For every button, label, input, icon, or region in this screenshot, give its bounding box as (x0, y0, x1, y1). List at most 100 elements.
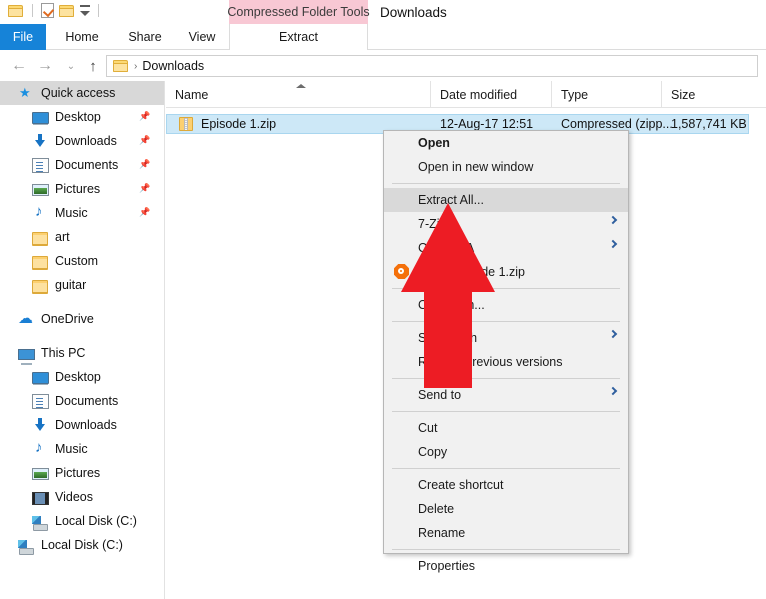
sidebar-item-art[interactable]: art (0, 225, 164, 249)
sidebar-item-label: Documents (55, 394, 119, 408)
chevron-right-icon (608, 386, 618, 396)
sidebar-item-label: Videos (55, 490, 93, 504)
menu-item-label: Delete (418, 502, 455, 516)
sidebar-item-guitar[interactable]: guitar (0, 273, 164, 297)
ribbon-tab-strip: File Home Share View Extract (0, 24, 766, 50)
folder-icon[interactable] (8, 4, 24, 18)
tab-view[interactable]: View (178, 24, 226, 50)
sidebar-item-label: Desktop (55, 110, 101, 124)
sort-ascending-icon (296, 84, 306, 88)
tab-share[interactable]: Share (118, 24, 172, 50)
chevron-right-icon (608, 239, 618, 249)
menu-item-properties[interactable]: Properties (384, 554, 628, 578)
menu-item-rename[interactable]: Rename (384, 521, 628, 545)
sidebar-item-local-disk-c[interactable]: Local Disk (C:) (0, 533, 164, 557)
sidebar-item-label: Music (55, 442, 88, 456)
contextual-tab-group-label: Compressed Folder Tools (227, 0, 370, 24)
properties-icon[interactable] (41, 3, 54, 18)
music-icon (32, 203, 49, 222)
videos-icon (32, 491, 49, 505)
folder-icon (32, 255, 49, 270)
address-bar: ← → ⌄ ↑ › Downloads (0, 51, 766, 81)
disk-icon (18, 539, 35, 555)
forward-button[interactable]: → (32, 51, 58, 81)
sidebar-item-desktop[interactable]: Desktop 📌 (0, 105, 164, 129)
menu-separator (392, 468, 620, 469)
sidebar-item-label: art (55, 230, 70, 244)
sidebar-item-documents[interactable]: Documents 📌 (0, 153, 164, 177)
sidebar-item-label: Custom (55, 254, 99, 268)
folder-icon (32, 279, 49, 294)
sidebar-item-onedrive[interactable]: OneDrive (0, 307, 164, 331)
sidebar-item-music[interactable]: Music 📌 (0, 201, 164, 225)
sidebar-item-downloads[interactable]: Downloads 📌 (0, 129, 164, 153)
star-icon (18, 85, 35, 102)
sidebar-item-label: Desktop (55, 370, 101, 384)
file-date-modified: 12-Aug-17 12:51 (440, 117, 534, 131)
sidebar-item-label: Music (55, 206, 88, 220)
column-header-name[interactable]: Name (166, 81, 430, 108)
tab-file[interactable]: File (0, 24, 46, 50)
sidebar-item-label: Pictures (55, 182, 101, 196)
chevron-right-icon (608, 215, 618, 225)
menu-item-open[interactable]: Open (384, 131, 628, 155)
pin-icon[interactable]: 📌 (139, 207, 150, 218)
pin-icon[interactable]: 📌 (139, 183, 150, 194)
customize-caret-icon[interactable] (80, 5, 90, 16)
menu-item-label: Rename (418, 526, 466, 540)
column-header-name-label: Name (175, 87, 209, 102)
file-type: Compressed (zipp... (561, 117, 673, 131)
breadcrumb-path[interactable]: Downloads (142, 59, 204, 73)
pin-icon[interactable]: 📌 (139, 111, 150, 122)
menu-separator (392, 549, 620, 550)
file-explorer-window: Compressed Folder Tools Downloads File H… (0, 0, 766, 599)
column-header-size[interactable]: Size (661, 81, 749, 108)
sidebar-item-custom[interactable]: Custom (0, 249, 164, 273)
menu-item-label: Create shortcut (418, 478, 504, 492)
file-size: 1,587,741 KB (671, 117, 746, 131)
sidebar-item-pictures[interactable]: Pictures (0, 461, 164, 485)
menu-separator (392, 411, 620, 412)
zip-file-icon (179, 116, 194, 132)
menu-item-copy[interactable]: Copy (384, 440, 628, 464)
navigation-pane[interactable]: Quick access Desktop 📌 Downloads 📌 Documents 📌… (0, 81, 165, 599)
sidebar-item-label: Downloads (55, 134, 117, 148)
sidebar-item-label: Quick access (41, 86, 116, 100)
menu-item-cut[interactable]: Cut (384, 416, 628, 440)
sidebar-item-label: Downloads (55, 418, 117, 432)
breadcrumb[interactable]: › Downloads (106, 55, 758, 77)
pin-icon[interactable]: 📌 (139, 135, 150, 146)
new-folder-icon[interactable] (59, 4, 75, 18)
sidebar-item-label: Local Disk (C:) (55, 514, 137, 528)
back-button[interactable]: ← (6, 51, 32, 81)
sidebar-item-quick-access[interactable]: Quick access (0, 81, 164, 105)
column-header-date-modified[interactable]: Date modified (430, 81, 551, 108)
menu-item-delete[interactable]: Delete (384, 497, 628, 521)
sidebar-item-label: OneDrive (41, 312, 94, 326)
tab-extract[interactable]: Extract (229, 24, 368, 50)
sidebar-item-this-pc[interactable]: This PC (0, 341, 164, 365)
pin-icon[interactable]: 📌 (139, 159, 150, 170)
sidebar-item-documents[interactable]: Documents (0, 389, 164, 413)
column-header-type[interactable]: Type (551, 81, 661, 108)
thispc-icon (18, 348, 35, 365)
sidebar-item-downloads[interactable]: Downloads (0, 413, 164, 437)
document-icon (32, 158, 49, 173)
sidebar-item-music[interactable]: Music (0, 437, 164, 461)
sidebar-item-pictures[interactable]: Pictures 📌 (0, 177, 164, 201)
tab-home[interactable]: Home (56, 24, 108, 50)
menu-item-label: Properties (418, 559, 475, 573)
column-header-row: Name Date modified Type Size (166, 81, 766, 108)
menu-item-label: Cut (418, 421, 438, 435)
download-icon (32, 133, 49, 150)
menu-item-open-in-new-window[interactable]: Open in new window (384, 155, 628, 179)
folder-icon (32, 231, 49, 246)
sidebar-item-local-disk-c[interactable]: Local Disk (C:) (0, 509, 164, 533)
menu-item-create-shortcut[interactable]: Create shortcut (384, 473, 628, 497)
document-icon (32, 394, 49, 409)
sidebar-item-desktop[interactable]: Desktop (0, 365, 164, 389)
annotation-arrow-icon (401, 203, 495, 388)
sidebar-item-videos[interactable]: Videos (0, 485, 164, 509)
quick-access-toolbar (8, 3, 102, 18)
up-button[interactable]: ↑ (80, 51, 106, 81)
